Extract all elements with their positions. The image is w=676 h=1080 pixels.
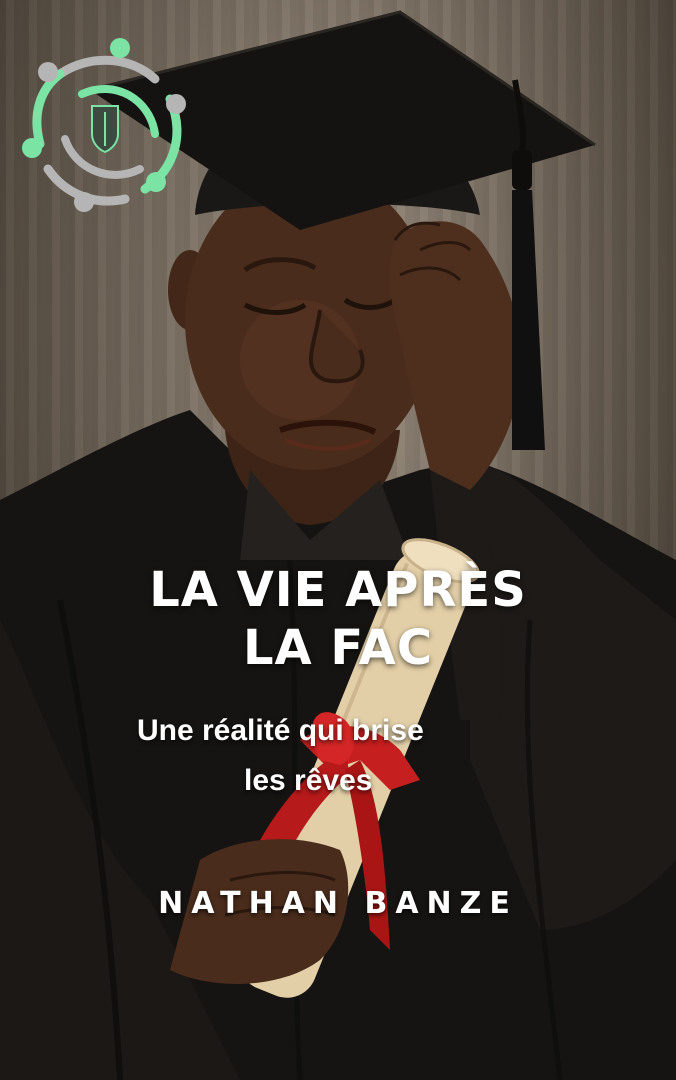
author-name: NATHAN BANZE <box>158 886 518 921</box>
book-title-line-2: LA FAC <box>242 620 434 676</box>
circle-of-people-logo-icon <box>22 38 186 212</box>
subtitle-line-2: les rêves <box>244 764 373 797</box>
book-cover: LA VIE APRÈS LA FAC Une réalité qui bris… <box>0 0 676 1080</box>
subtitle-line-1: Une réalité qui brise <box>137 714 424 747</box>
book-title-line-1: LA VIE APRÈS <box>149 562 527 618</box>
